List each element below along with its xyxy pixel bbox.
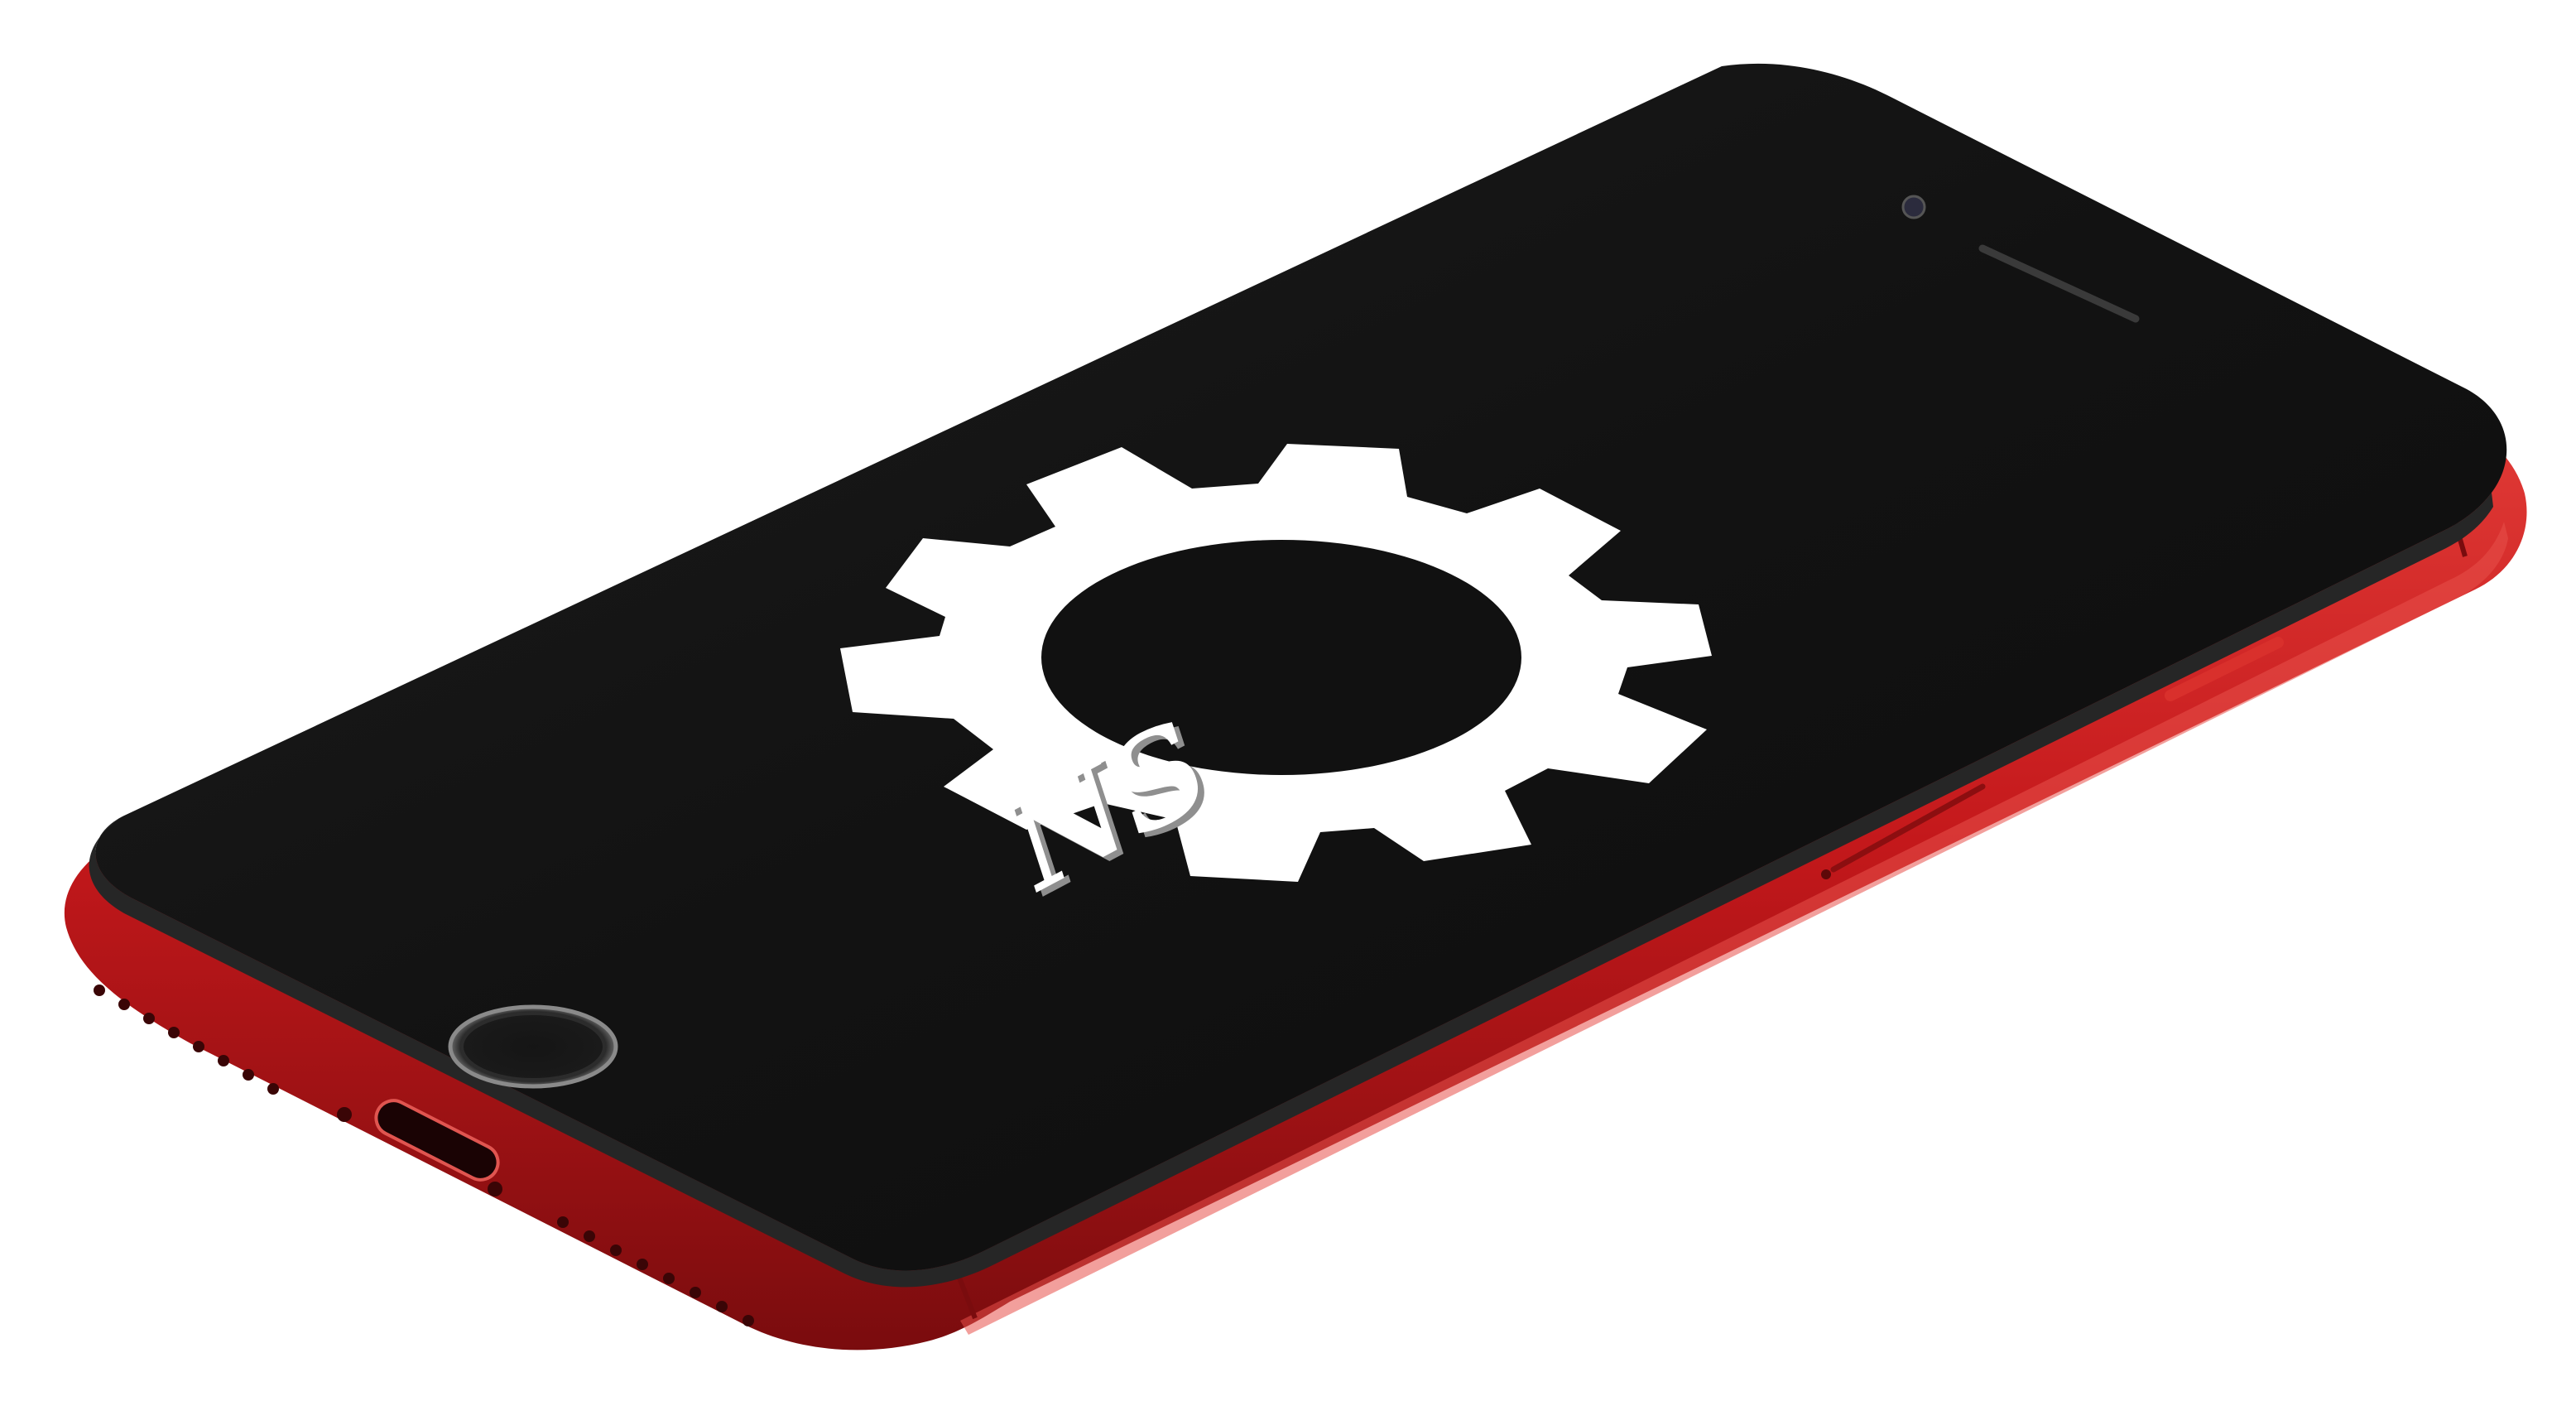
product-scene: NS NS — [0, 0, 2576, 1401]
microphone-hole — [337, 1107, 352, 1122]
screw-icon — [488, 1182, 502, 1196]
front-camera-icon — [1901, 195, 1926, 219]
home-button[interactable] — [448, 1004, 618, 1089]
sim-eject-hole — [1821, 869, 1831, 879]
